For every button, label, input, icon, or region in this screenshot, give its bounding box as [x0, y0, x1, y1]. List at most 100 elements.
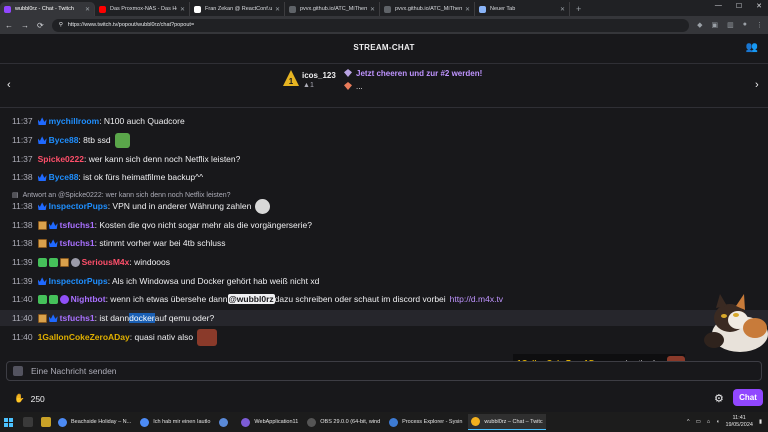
taskbar-app[interactable]: WebApplication11 — [238, 414, 301, 430]
moderator-badge-icon[interactable] — [37, 294, 47, 304]
notification-icon[interactable]: ▮ — [759, 419, 762, 425]
new-tab-button[interactable]: + — [570, 2, 587, 16]
bot-badge-icon[interactable] — [48, 294, 58, 304]
sidebar-icon[interactable]: ▥ — [727, 21, 734, 29]
windows-start-icon[interactable] — [4, 417, 13, 427]
subscriber-badge-icon[interactable] — [37, 313, 47, 323]
browser-tab[interactable]: Neuer Tab ✕ — [475, 2, 570, 16]
prime-badge-icon[interactable] — [37, 136, 47, 145]
network-icon[interactable]: ⌂ — [707, 419, 710, 425]
cheer-prompt[interactable]: Jetzt cheeren und zur #2 werden! — [344, 69, 482, 78]
username[interactable]: 1GallonCokeZeroADay — [38, 332, 130, 342]
mention[interactable]: @wubbl0rz — [227, 294, 275, 304]
close-icon[interactable]: ✕ — [370, 6, 375, 13]
chevron-right-icon[interactable]: › — [755, 79, 759, 91]
chat-message[interactable]: 11:38 tsfuchs1 : Kosten die qvo nicht so… — [12, 217, 312, 233]
back-icon[interactable]: ← — [5, 21, 13, 30]
extension-icon[interactable]: ◆ — [697, 21, 702, 29]
chat-message[interactable]: 11:37 Spicke0222 : wer kann sich denn no… — [12, 151, 240, 167]
chat-message[interactable]: 11:39 SeriousM4x : windooos — [12, 254, 170, 270]
username[interactable]: Spicke0222 — [38, 154, 84, 164]
chat-message[interactable]: 11:38 tsfuchs1 : stimmt vorher war bei 4… — [12, 235, 225, 251]
gear-icon[interactable]: ⚙ — [714, 392, 724, 405]
username[interactable]: tsfuchs1 — [60, 220, 95, 230]
chat-message[interactable]: 11:37 mychillroom : N100 auch Quadcore — [12, 113, 185, 129]
image-emote-icon[interactable] — [197, 328, 218, 346]
menu-icon[interactable]: ⋮ — [756, 21, 763, 29]
message-link[interactable]: http://d.m4x.tv — [450, 294, 503, 304]
browser-tab[interactable]: pvvx.github.io/ATC_MiThermo ✕ — [285, 2, 380, 16]
username[interactable]: InspectorPups — [49, 201, 108, 211]
chat-message[interactable]: 11:38 Byce88 : ist ok fürs heimatfilme b… — [12, 169, 203, 185]
browser-tab[interactable]: wubbl0rz - Chat - Twitch ✕ — [0, 2, 95, 16]
subscriber-badge-icon[interactable] — [59, 257, 69, 267]
reload-icon[interactable]: ⟳ — [37, 21, 44, 30]
username[interactable]: tsfuchs1 — [60, 313, 95, 323]
url-field[interactable]: ⚲ https://www.twitch.tv/popout/wubbl0rz/… — [51, 18, 690, 32]
username[interactable]: mychillroom — [49, 116, 100, 126]
search-icon[interactable] — [23, 417, 33, 427]
username[interactable]: Byce88 — [49, 172, 79, 182]
close-icon[interactable]: ✕ — [275, 6, 280, 13]
chat-message[interactable]: 11:39 InspectorPups : Als ich Windowsa u… — [12, 273, 319, 289]
extension-icon[interactable]: ▣ — [712, 21, 719, 29]
face-emote-icon[interactable] — [255, 198, 271, 214]
username[interactable]: SeriousM4x — [82, 257, 130, 267]
taskbar-app[interactable] — [216, 414, 235, 430]
subscriber-badge-icon[interactable] — [37, 238, 47, 248]
close-icon[interactable]: ✕ — [180, 6, 185, 13]
moderator-badge-icon[interactable] — [48, 257, 58, 267]
browser-tab[interactable]: Fran Zekan @ ReactConf.us a✕ — [190, 2, 285, 16]
chat-send-button[interactable]: Chat — [733, 389, 763, 406]
close-icon[interactable]: ✕ — [465, 6, 470, 13]
username[interactable]: InspectorPups — [49, 276, 108, 286]
subscriber-badge-icon[interactable] — [37, 220, 47, 230]
close-icon[interactable]: ✕ — [560, 6, 565, 13]
vip-badge-icon[interactable] — [37, 257, 47, 267]
emote-picker-icon[interactable] — [13, 366, 23, 376]
chat-message-hovered[interactable]: 11:40 tsfuchs1 : ist dann docker auf qem… — [0, 310, 768, 326]
taskbar-app[interactable]: wubbl0rz – Chat – Twitc — [468, 414, 546, 430]
volume-icon[interactable]: ◖ — [716, 419, 719, 425]
prime-badge-icon[interactable] — [37, 202, 47, 211]
verified-badge-icon[interactable] — [59, 294, 69, 304]
prime-badge-icon[interactable] — [37, 117, 47, 126]
profile-icon[interactable]: ● — [743, 21, 747, 29]
maximize-icon[interactable]: ☐ — [736, 2, 742, 10]
chat-message[interactable]: 11:40 Nightbot : wenn ich etwas übersehe… — [12, 291, 503, 307]
close-window-icon[interactable]: ✕ — [756, 2, 762, 10]
browser-tab[interactable]: pvvx.github.io/ATC_MiThermo ✕ — [380, 2, 475, 16]
taskbar-app[interactable]: Ich hab mir einen Iautlo — [137, 414, 213, 430]
chat-message[interactable]: 11:37 Byce88 : 8tb ssd — [12, 132, 130, 148]
channel-points[interactable]: ✋ 250 — [14, 393, 45, 404]
chat-input[interactable]: Eine Nachricht senden — [6, 361, 762, 381]
taskbar-app[interactable]: Process Explorer - Sysin — [386, 414, 465, 430]
chevron-up-icon[interactable]: ^ — [687, 419, 690, 425]
clock[interactable]: 11:41 19/05/2024 — [725, 415, 753, 429]
prime-badge-icon[interactable] — [37, 173, 47, 182]
chevron-left-icon[interactable]: ‹ — [7, 79, 11, 91]
frog-emote-icon[interactable] — [114, 132, 130, 148]
taskbar-app[interactable]: Beachside Holiday – N... — [55, 414, 134, 430]
keyboard-icon[interactable]: ▭ — [696, 419, 701, 425]
turbo-badge-icon[interactable] — [70, 257, 80, 267]
username[interactable]: Nightbot — [71, 294, 106, 304]
prime-badge-icon[interactable] — [48, 314, 58, 323]
prime-badge-icon[interactable] — [48, 239, 58, 248]
minimize-icon[interactable]: — — [715, 2, 722, 10]
browser-tab[interactable]: Das Proxmox-NAS - Das Homo✕ — [95, 2, 190, 16]
community-icon[interactable]: 👥 — [746, 42, 758, 53]
site-info-icon[interactable]: ⚲ — [59, 22, 63, 28]
prime-badge-icon[interactable] — [48, 221, 58, 230]
taskbar-app[interactable]: OBS 29.0.0 (64-bit, wind — [304, 414, 383, 430]
close-icon[interactable]: ✕ — [85, 6, 90, 13]
prime-badge-icon[interactable] — [37, 277, 47, 286]
forward-icon[interactable]: → — [21, 21, 29, 30]
file-explorer-icon[interactable] — [41, 417, 51, 427]
chat-message[interactable]: 11:38 InspectorPups : VPN und in anderer… — [12, 198, 271, 214]
username[interactable]: Byce88 — [49, 135, 79, 145]
username[interactable]: tsfuchs1 — [60, 238, 95, 248]
chat-message[interactable]: 11:40 1GallonCokeZeroADay : quasi nativ … — [12, 328, 218, 346]
leaderboard-user[interactable]: icos_123 — [302, 71, 336, 80]
chat-log[interactable]: 11:37 mychillroom : N100 auch Quadcore 1… — [0, 108, 768, 358]
